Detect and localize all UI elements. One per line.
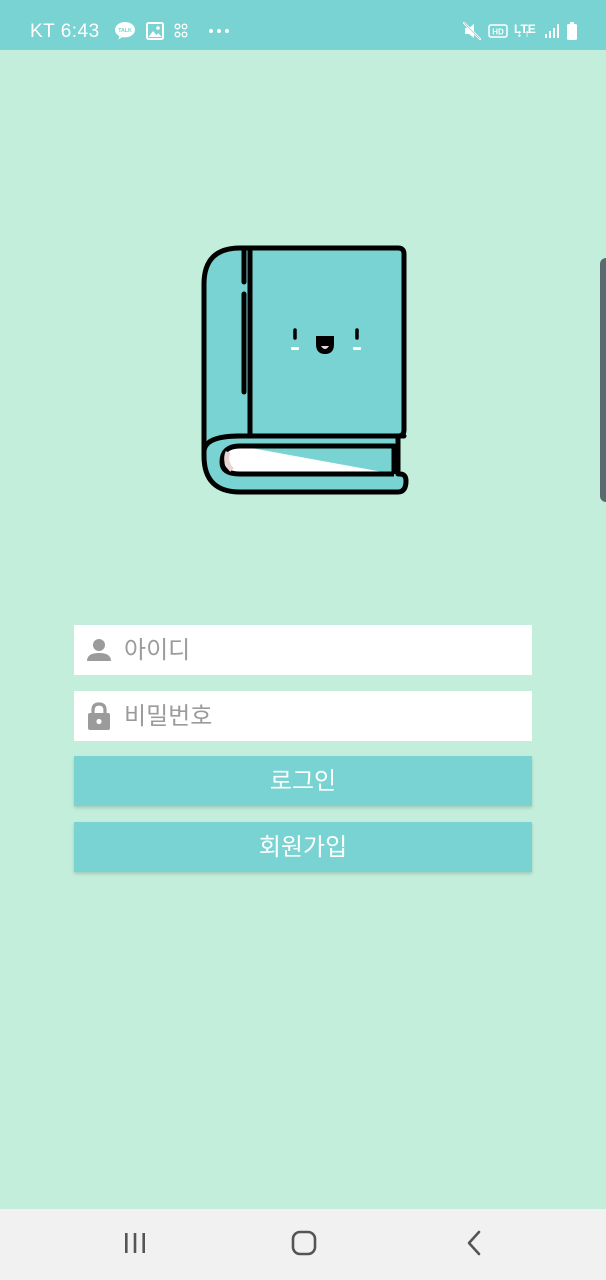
- hd-voice-text: HD: [492, 28, 504, 37]
- smiling-book-icon: [198, 242, 410, 498]
- lte-data-arrows: ↓↑: [516, 30, 532, 39]
- password-input[interactable]: [124, 692, 524, 740]
- recents-icon: [123, 1232, 147, 1258]
- password-field[interactable]: [74, 691, 532, 741]
- user-icon: [74, 625, 124, 675]
- mute-icon: [462, 21, 482, 41]
- gallery-icon: [146, 22, 164, 40]
- carrier-time: KT 6:43: [30, 21, 100, 42]
- kakaotalk-icon: TALK: [114, 21, 136, 41]
- signal-icon: [544, 23, 560, 39]
- talk-badge-text: TALK: [118, 28, 132, 34]
- status-bar: KT 6:43 TALK HD LTE ↓↑: [0, 0, 606, 50]
- system-icons: HD LTE ↓↑: [456, 18, 578, 44]
- back-button[interactable]: [434, 1209, 514, 1280]
- home-button[interactable]: [264, 1209, 344, 1280]
- notification-icons: TALK: [114, 19, 240, 43]
- lock-icon: [74, 691, 124, 741]
- battery-icon: [566, 21, 578, 41]
- id-input[interactable]: [124, 626, 524, 674]
- more-notifications-icon: [208, 28, 230, 34]
- hd-voice-icon: HD: [488, 23, 508, 39]
- login-button[interactable]: 로그인: [74, 756, 532, 806]
- home-icon: [291, 1230, 317, 1260]
- navigation-bar: [0, 1209, 606, 1280]
- edge-panel-handle[interactable]: [600, 258, 606, 502]
- back-icon: [465, 1230, 483, 1260]
- grid-app-icon: [174, 23, 188, 39]
- recents-button[interactable]: [95, 1209, 175, 1280]
- signup-button[interactable]: 회원가입: [74, 822, 532, 872]
- lte-icon: LTE ↓↑: [514, 18, 538, 44]
- id-field[interactable]: [74, 625, 532, 675]
